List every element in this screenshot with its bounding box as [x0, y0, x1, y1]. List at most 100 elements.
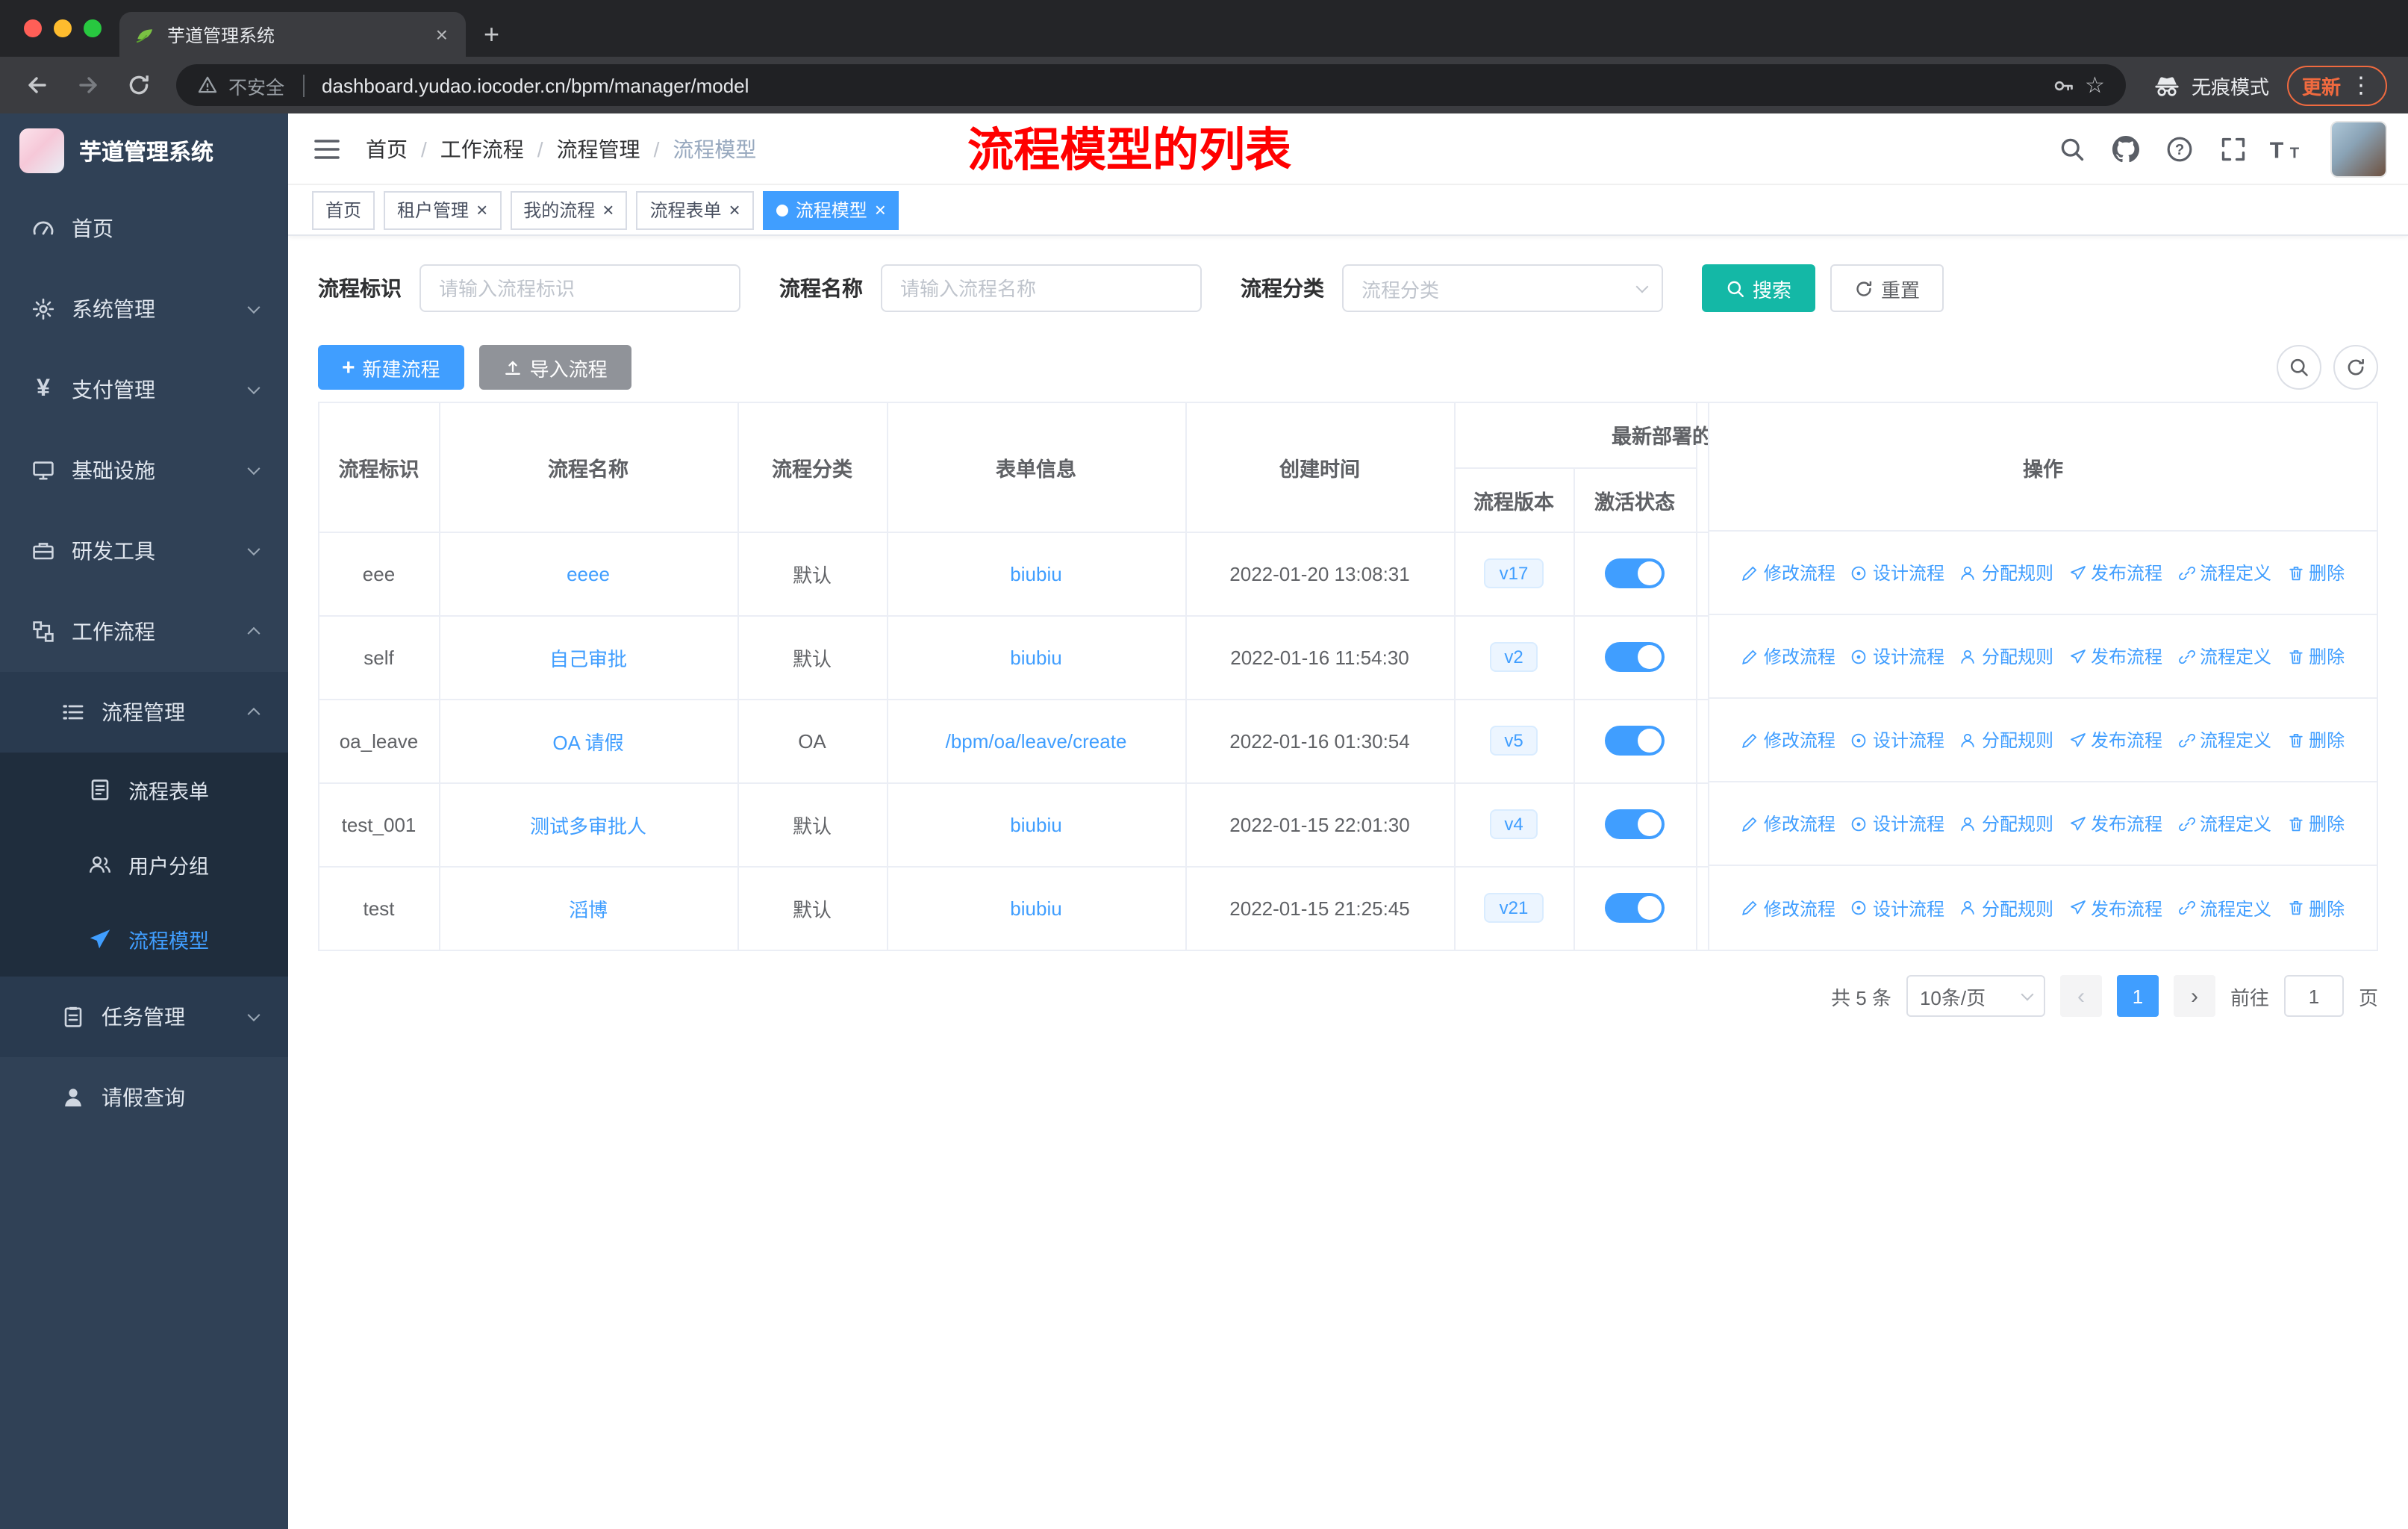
tag-close-icon[interactable]: ×	[476, 200, 487, 219]
tag-home[interactable]: 首页	[312, 190, 375, 229]
back-icon[interactable]	[15, 63, 60, 108]
sidebar-item-payment[interactable]: ¥ 支付管理	[0, 349, 288, 430]
new-tab-button[interactable]: +	[466, 12, 517, 57]
password-key-icon[interactable]	[2052, 74, 2074, 96]
reset-button[interactable]: 重置	[1830, 264, 1944, 312]
form-link[interactable]: biubiu	[1010, 897, 1061, 920]
action-assign-link[interactable]: 分配规则	[1959, 811, 2053, 836]
action-definition-link[interactable]: 流程定义	[2177, 895, 2271, 921]
tag-my-process[interactable]: 我的流程 ×	[510, 190, 628, 229]
process-name-link[interactable]: 滔博	[569, 899, 608, 921]
tag-process-model[interactable]: 流程模型 ×	[762, 190, 899, 229]
filter-category-select[interactable]: 流程分类	[1342, 264, 1663, 312]
process-name-link[interactable]: 自己审批	[549, 647, 627, 670]
sidebar-item-leave-query[interactable]: 请假查询	[0, 1057, 288, 1138]
status-toggle[interactable]	[1605, 893, 1665, 924]
filter-id-input[interactable]	[419, 264, 740, 312]
user-avatar[interactable]	[2330, 120, 2387, 177]
action-delete-link[interactable]: 删除	[2286, 811, 2345, 836]
sidebar-item-infra[interactable]: 基础设施	[0, 430, 288, 511]
github-icon[interactable]	[2100, 123, 2151, 174]
action-assign-link[interactable]: 分配规则	[1959, 644, 2053, 669]
sidebar-item-process-mgmt[interactable]: 流程管理	[0, 672, 288, 753]
action-assign-link[interactable]: 分配规则	[1959, 727, 2053, 753]
action-modify-link[interactable]: 修改流程	[1741, 560, 1835, 585]
reload-icon[interactable]	[116, 63, 161, 108]
process-name-link[interactable]: eeee	[567, 562, 610, 585]
form-link[interactable]: biubiu	[1010, 813, 1061, 835]
tag-close-icon[interactable]: ×	[602, 200, 614, 219]
action-design-link[interactable]: 设计流程	[1850, 895, 1944, 921]
bookmark-star-icon[interactable]: ☆	[2085, 74, 2105, 96]
action-design-link[interactable]: 设计流程	[1850, 811, 1944, 836]
search-icon[interactable]	[2047, 123, 2097, 174]
prev-page-button[interactable]: ‹	[2059, 975, 2102, 1017]
action-definition-link[interactable]: 流程定义	[2177, 560, 2271, 585]
search-button[interactable]: 搜索	[1702, 264, 1816, 312]
tag-process-form[interactable]: 流程表单 ×	[636, 190, 754, 229]
action-modify-link[interactable]: 修改流程	[1741, 811, 1835, 836]
action-definition-link[interactable]: 流程定义	[2177, 811, 2271, 836]
update-button[interactable]: 更新 ⋮	[2286, 65, 2387, 105]
tag-close-icon[interactable]: ×	[875, 200, 886, 219]
breadcrumb-item[interactable]: 工作流程	[440, 134, 524, 164]
action-modify-link[interactable]: 修改流程	[1741, 727, 1835, 753]
action-design-link[interactable]: 设计流程	[1850, 644, 1944, 669]
page-size-select[interactable]: 10条/页	[1906, 975, 2045, 1017]
action-modify-link[interactable]: 修改流程	[1741, 895, 1835, 921]
goto-page-input[interactable]	[2283, 975, 2344, 1017]
sidebar-item-home[interactable]: 首页	[0, 188, 288, 269]
sidebar-item-process-model[interactable]: 流程模型	[0, 902, 288, 977]
tag-tenant[interactable]: 租户管理 ×	[384, 190, 502, 229]
refresh-table-button[interactable]	[2333, 345, 2378, 390]
action-publish-link[interactable]: 发布流程	[2068, 895, 2162, 921]
action-delete-link[interactable]: 删除	[2286, 727, 2345, 753]
breadcrumb-item[interactable]: 流程管理	[557, 134, 640, 164]
action-assign-link[interactable]: 分配规则	[1959, 560, 2053, 585]
window-close-button[interactable]	[24, 19, 42, 37]
create-process-button[interactable]: + 新建流程	[318, 345, 464, 390]
status-toggle[interactable]	[1605, 642, 1665, 672]
breadcrumb-item[interactable]: 首页	[366, 134, 408, 164]
sidebar-item-devtools[interactable]: 研发工具	[0, 511, 288, 591]
process-name-link[interactable]: OA 请假	[552, 731, 623, 753]
forward-icon[interactable]	[66, 63, 110, 108]
sidebar-item-user-group[interactable]: 用户分组	[0, 827, 288, 902]
sidebar-item-system[interactable]: 系统管理	[0, 269, 288, 349]
action-delete-link[interactable]: 删除	[2286, 895, 2345, 921]
browser-tab[interactable]: 芋道管理系统 ×	[119, 12, 466, 57]
status-toggle[interactable]	[1605, 726, 1665, 756]
sidebar-item-workflow[interactable]: 工作流程	[0, 591, 288, 672]
action-publish-link[interactable]: 发布流程	[2068, 811, 2162, 836]
action-design-link[interactable]: 设计流程	[1850, 727, 1944, 753]
action-modify-link[interactable]: 修改流程	[1741, 644, 1835, 669]
process-name-link[interactable]: 测试多审批人	[530, 815, 646, 837]
action-definition-link[interactable]: 流程定义	[2177, 727, 2271, 753]
window-minimize-button[interactable]	[54, 19, 72, 37]
action-delete-link[interactable]: 删除	[2286, 644, 2345, 669]
window-zoom-button[interactable]	[84, 19, 102, 37]
action-publish-link[interactable]: 发布流程	[2068, 560, 2162, 585]
action-definition-link[interactable]: 流程定义	[2177, 644, 2271, 669]
browser-menu-icon[interactable]: ⋮	[2350, 72, 2372, 98]
address-bar[interactable]: 不安全 dashboard.yudao.iocoder.cn/bpm/manag…	[176, 64, 2126, 106]
action-delete-link[interactable]: 删除	[2286, 560, 2345, 585]
toggle-search-button[interactable]	[2277, 345, 2321, 390]
form-link[interactable]: biubiu	[1010, 562, 1061, 585]
sidebar-item-process-form[interactable]: 流程表单	[0, 753, 288, 827]
tab-close-icon[interactable]: ×	[433, 22, 451, 46]
action-publish-link[interactable]: 发布流程	[2068, 727, 2162, 753]
action-publish-link[interactable]: 发布流程	[2068, 644, 2162, 669]
status-toggle[interactable]	[1605, 558, 1665, 588]
import-process-button[interactable]: 导入流程	[478, 345, 631, 390]
action-assign-link[interactable]: 分配规则	[1959, 895, 2053, 921]
action-design-link[interactable]: 设计流程	[1850, 560, 1944, 585]
next-page-button[interactable]: ›	[2173, 975, 2215, 1017]
font-size-icon[interactable]: TT	[2262, 123, 2312, 174]
form-link[interactable]: biubiu	[1010, 646, 1061, 668]
status-toggle[interactable]	[1605, 809, 1665, 839]
sidebar-item-task-mgmt[interactable]: 任务管理	[0, 977, 288, 1057]
page-1-button[interactable]: 1	[2116, 975, 2159, 1017]
tag-close-icon[interactable]: ×	[729, 200, 740, 219]
form-link[interactable]: /bpm/oa/leave/create	[946, 729, 1127, 752]
